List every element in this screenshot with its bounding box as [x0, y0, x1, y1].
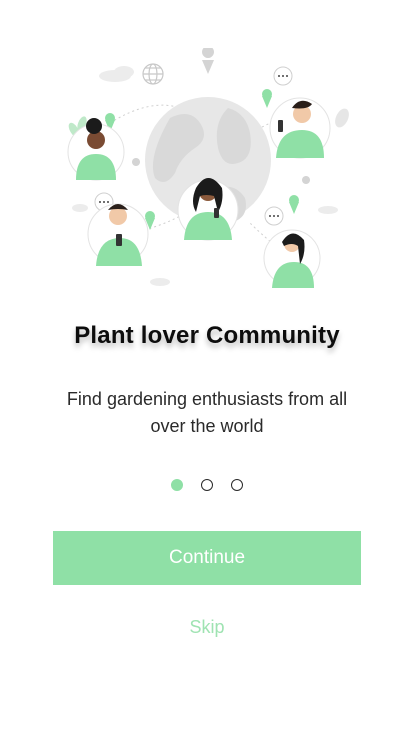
skip-link[interactable]: Skip [0, 617, 414, 638]
wire-globe-icon [142, 63, 164, 85]
onboarding-screen: Plant lover Community Find gardening ent… [0, 0, 414, 736]
pagination-dots [0, 479, 414, 491]
continue-button[interactable]: Continue [53, 531, 361, 585]
page-title: Plant lover Community [74, 322, 340, 349]
community-illustration [67, 48, 349, 288]
pagination-dot-1[interactable] [171, 479, 183, 491]
pagination-dot-2[interactable] [201, 479, 213, 491]
pagination-dot-3[interactable] [231, 479, 243, 491]
page-subtitle: Find gardening enthusiasts from all over… [66, 389, 348, 436]
